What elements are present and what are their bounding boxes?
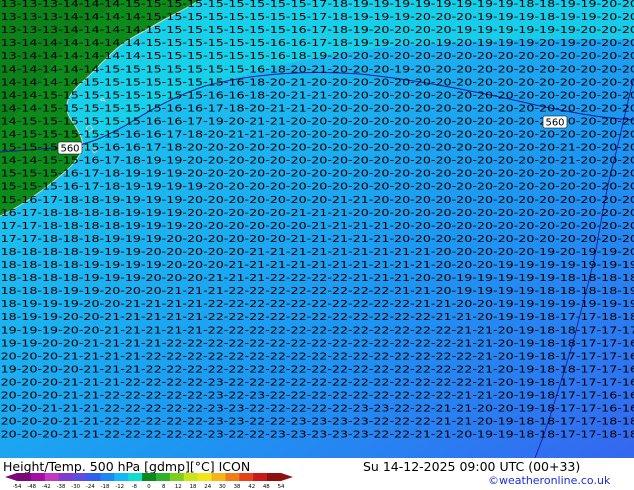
temperature-row: -13-14-14-14-14-14-14-15-15-15-15-15-15-… bbox=[0, 38, 634, 49]
colorbar-tick-label: 30 bbox=[219, 484, 226, 490]
credit-link[interactable]: ©weatheronline.co.uk bbox=[488, 474, 610, 487]
colorbar-cell bbox=[197, 473, 212, 481]
temperature-row: -15-15-15-16-17-18-19-19-19-19-20-20-20-… bbox=[0, 182, 634, 193]
colorbar-tick-label: -18 bbox=[101, 484, 110, 490]
temperature-row: -14-14-15-15-15-15-15-15-16-16-17-18-20-… bbox=[0, 103, 634, 114]
temperature-row: -17-17-18-18-18-19-19-19-20-20-20-20-20-… bbox=[0, 234, 634, 245]
colorbar-tick-label: 18 bbox=[190, 484, 197, 490]
temperature-row: -20-20-20-21-21-22-22-22-22-22-23-22-22-… bbox=[0, 430, 634, 441]
colorbar-cell bbox=[86, 473, 101, 481]
weather-map: -13-13-13-14-14-14-15-15-15-15-15-15-15-… bbox=[0, 0, 634, 458]
colorbar-tick-label: 8 bbox=[162, 484, 166, 490]
temperature-row: -18-18-18-18-19-19-19-19-20-20-20-21-21-… bbox=[0, 260, 634, 271]
contour-label-text: 560 bbox=[60, 144, 79, 155]
colorbar-tick-label: -38 bbox=[57, 484, 66, 490]
colorbar-tick-label: -12 bbox=[115, 484, 124, 490]
contour-label-2: 560 bbox=[542, 115, 568, 129]
temperature-row: -13-13-13-14-14-14-15-15-15-15-15-15-15-… bbox=[0, 0, 634, 10]
temperature-row: -14-14-15-15-15-15-15-15-15-15-16-16-18-… bbox=[0, 90, 634, 101]
temperature-row: -20-20-20-21-21-22-22-22-22-22-23-23-22-… bbox=[0, 417, 634, 428]
temperature-row: -14-14-15-15-16-17-18-19-19-20-20-20-20-… bbox=[0, 156, 634, 167]
colorbar-cell bbox=[72, 473, 87, 481]
temperature-labels: -13-13-13-14-14-14-15-15-15-15-15-15-15-… bbox=[0, 0, 634, 441]
temperature-row: -13-14-14-14-14-14-14-15-15-15-15-15-15-… bbox=[0, 51, 634, 62]
temperature-row: -20-20-20-21-21-21-22-22-22-22-23-22-22-… bbox=[0, 378, 634, 389]
colorbar-tick-label: -48 bbox=[27, 484, 36, 490]
colorbar-cell bbox=[128, 473, 143, 481]
colorbar-cell bbox=[253, 473, 268, 481]
colorbar-tick-label: -54 bbox=[13, 484, 22, 490]
temperature-row: -14-15-15-15-15-15-15-16-16-17-19-20-21-… bbox=[0, 117, 634, 128]
colorbar-tick-label: 42 bbox=[248, 484, 255, 490]
temperature-row: -13-13-13-14-14-14-14-15-15-15-15-15-15-… bbox=[0, 12, 634, 23]
colorbar-tick-label: 0 bbox=[147, 484, 151, 490]
temperature-row: -18-18-18-19-19-20-20-20-21-21-21-22-22-… bbox=[0, 286, 634, 297]
temperature-row: -14-15-15-15-15-15-16-16-17-18-20-21-21-… bbox=[0, 130, 634, 141]
colorbar-cell bbox=[225, 473, 240, 481]
colorbar-tick-label: 24 bbox=[204, 484, 211, 490]
colorbar: -54 -48 -42 -38 -30 -24 -18 -12 -8 0 8 12 18 24 30 38 42… bbox=[5, 473, 293, 490]
colorbar-arrow-left bbox=[5, 473, 17, 481]
colorbar-tick-label: 12 bbox=[175, 484, 182, 490]
colorbar-tick-label: 54 bbox=[278, 484, 285, 490]
map-title: Height/Temp. 500 hPa [gdmp][°C] ICON bbox=[3, 459, 251, 474]
colorbar-cell bbox=[44, 473, 60, 481]
temperature-row: -15-16-17-18-18-19-19-19-19-20-20-20-20-… bbox=[0, 195, 634, 206]
temperature-row: -20-20-20-21-21-22-22-22-22-22-23-22-23-… bbox=[0, 391, 634, 402]
temperature-row: -13-13-13-14-14-14-14-15-15-15-15-15-15-… bbox=[0, 25, 634, 36]
colorbar-cell bbox=[30, 473, 46, 481]
temperature-row: -18-19-19-19-20-20-21-21-21-21-22-22-22-… bbox=[0, 299, 634, 310]
colorbar-cell bbox=[100, 473, 115, 481]
colorbar-tick-label: -24 bbox=[86, 484, 95, 490]
temperature-row: -14-14-14-14-15-15-15-15-15-15-15-16-18-… bbox=[0, 77, 634, 88]
colorbar-cell bbox=[239, 473, 254, 481]
contour-label-text: 560 bbox=[545, 118, 564, 129]
colorbar-tick-label: 48 bbox=[263, 484, 270, 490]
colorbar-tick-label: -42 bbox=[42, 484, 51, 490]
colorbar-tick-label: 38 bbox=[234, 484, 241, 490]
colorbar-tick-label: -8 bbox=[132, 484, 138, 490]
temperature-row: -16-17-18-18-18-18-19-19-19-20-20-20-20-… bbox=[0, 208, 634, 219]
colorbar-cell bbox=[114, 473, 129, 481]
colorbar-cell bbox=[169, 473, 185, 481]
colorbar-arrow-right bbox=[281, 473, 293, 481]
temperature-row: -15-15-15-15-15-16-16-17-18-20-20-20-20-… bbox=[0, 143, 634, 154]
temperature-row: -20-20-20-21-21-21-21-22-22-22-22-22-22-… bbox=[0, 351, 634, 362]
temperature-row: -17-17-18-18-18-18-19-19-19-20-20-20-20-… bbox=[0, 221, 634, 232]
colorbar-cell bbox=[142, 473, 157, 481]
temperature-row: -18-18-18-18-19-19-19-20-20-20-21-21-21-… bbox=[0, 273, 634, 284]
colorbar-cell bbox=[267, 473, 282, 481]
temperature-row: -18-19-19-20-20-21-21-21-21-21-22-22-22-… bbox=[0, 312, 634, 323]
colorbar-cell bbox=[17, 473, 32, 481]
temperature-row: -20-20-21-21-21-22-22-22-22-22-23-23-22-… bbox=[0, 404, 634, 415]
colorbar-cell bbox=[183, 473, 199, 481]
footer: Height/Temp. 500 hPa [gdmp][°C] ICON Su … bbox=[0, 458, 634, 490]
colorbar-tick-label: -30 bbox=[71, 484, 80, 490]
colorbar-cell bbox=[211, 473, 226, 481]
temperature-row: -15-15-15-16-17-18-19-19-19-20-20-20-20-… bbox=[0, 169, 634, 180]
temperature-row: -19-20-20-20-21-21-21-22-22-22-22-22-22-… bbox=[0, 364, 634, 375]
colorbar-cell bbox=[155, 473, 171, 481]
temperature-row: -19-19-20-20-21-21-21-21-22-22-22-22-22-… bbox=[0, 338, 634, 349]
colorbar-cell bbox=[58, 473, 73, 481]
temperature-row: -18-18-18-18-19-19-19-20-20-20-20-20-21-… bbox=[0, 247, 634, 258]
valid-time: Su 14-12-2025 09:00 UTC (00+33) bbox=[363, 459, 581, 474]
temperature-row: -19-19-19-20-20-21-21-21-21-21-22-22-22-… bbox=[0, 325, 634, 336]
temperature-row: -14-14-14-14-14-15-15-15-15-15-15-15-16-… bbox=[0, 64, 634, 75]
contour-label-1: 560 bbox=[57, 141, 83, 155]
